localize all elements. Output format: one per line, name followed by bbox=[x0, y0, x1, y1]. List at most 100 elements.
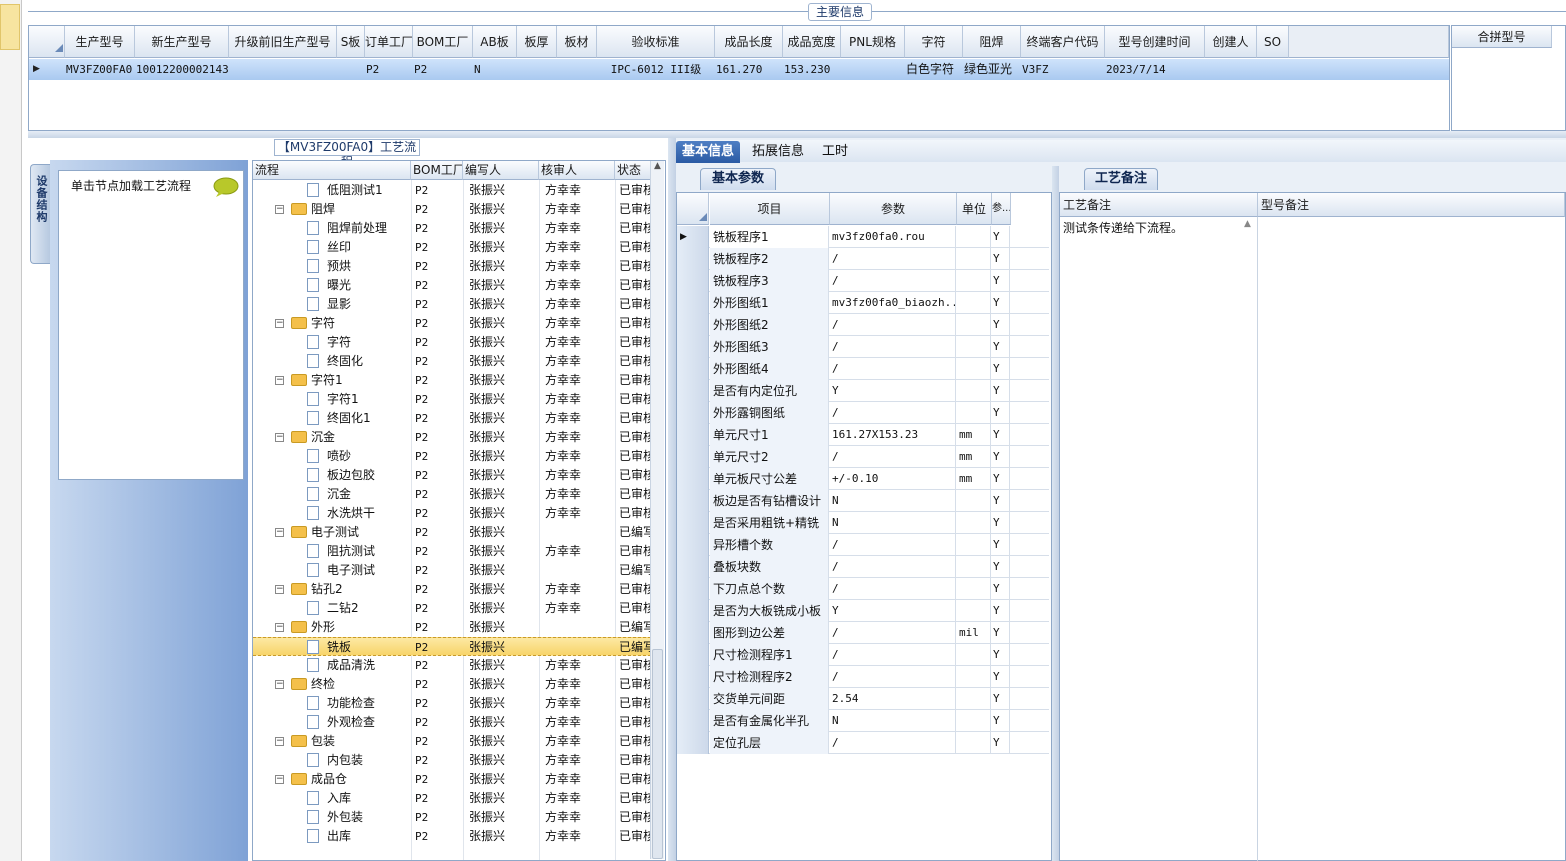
tree-row[interactable]: 喷砂 P2 张振兴 方幸幸 已审核 bbox=[253, 447, 651, 466]
param-row[interactable]: 板边是否有钻槽设计 N Y bbox=[677, 490, 1049, 512]
param-value[interactable]: mv3fz00fa0.rou bbox=[830, 226, 956, 248]
param-value[interactable]: / bbox=[830, 732, 956, 754]
param-value[interactable]: / bbox=[830, 534, 956, 556]
column-header[interactable]: 板材 bbox=[557, 26, 597, 58]
tree-row[interactable]: 内包装 P2 张振兴 方幸幸 已审核 bbox=[253, 751, 651, 770]
tree-row[interactable]: 预烘 P2 张振兴 方幸幸 已审核 bbox=[253, 257, 651, 276]
col-model-note[interactable]: 型号备注 bbox=[1258, 193, 1565, 217]
param-row[interactable]: 外形露铜图纸 / Y bbox=[677, 402, 1049, 424]
tree-row[interactable]: − 电子测试 P2 张振兴 已编写 bbox=[253, 523, 651, 542]
expand-toggle-icon[interactable]: − bbox=[275, 205, 284, 214]
pin-tab[interactable] bbox=[0, 4, 20, 50]
scroll-thumb[interactable] bbox=[652, 649, 663, 859]
param-value[interactable]: / bbox=[830, 314, 956, 336]
tree-row[interactable]: 外观检查 P2 张振兴 方幸幸 已审核 bbox=[253, 713, 651, 732]
param-value[interactable]: / bbox=[830, 446, 956, 468]
param-row[interactable]: 铣板程序2/ Y bbox=[677, 248, 1049, 270]
param-row[interactable]: ▶ 铣板程序1 mv3fz00fa0.rou Y bbox=[677, 226, 1049, 248]
expand-toggle-icon[interactable]: − bbox=[275, 623, 284, 632]
tree-row[interactable]: 阻焊前处理 P2 张振兴 方幸幸 已审核 bbox=[253, 219, 651, 238]
column-header[interactable]: 成品宽度 bbox=[783, 26, 841, 58]
expand-toggle-icon[interactable]: − bbox=[275, 737, 284, 746]
tree-row[interactable]: − 字符1 P2 张振兴 方幸幸 已审核 bbox=[253, 371, 651, 390]
param-row[interactable]: 是否有内定位孔 Y Y bbox=[677, 380, 1049, 402]
process-note-text[interactable]: 测试条传递给下流程。 bbox=[1063, 219, 1243, 236]
tree-row[interactable]: 丝印 P2 张振兴 方幸幸 已审核 bbox=[253, 238, 651, 257]
param-value[interactable]: 161.27X153.23 bbox=[830, 424, 956, 446]
tree-row[interactable]: 水洗烘干 P2 张振兴 方幸幸 已审核 bbox=[253, 504, 651, 523]
tree-column-header[interactable]: BOM工厂 bbox=[411, 161, 463, 180]
tree-row[interactable]: 沉金 P2 张振兴 方幸幸 已审核 bbox=[253, 485, 651, 504]
expand-toggle-icon[interactable]: − bbox=[275, 775, 284, 784]
column-header[interactable]: 新生产型号 bbox=[135, 26, 229, 58]
tree-row[interactable]: − 阻焊 P2 张振兴 方幸幸 已审核 bbox=[253, 200, 651, 219]
column-header[interactable]: AB板 bbox=[473, 26, 517, 58]
col-unit[interactable]: 单位 bbox=[957, 193, 992, 225]
tree-row[interactable]: − 包装 P2 张振兴 方幸幸 已审核 bbox=[253, 732, 651, 751]
param-row[interactable]: 单元尺寸2/mm Y bbox=[677, 446, 1049, 468]
param-value[interactable]: Y bbox=[830, 600, 956, 622]
param-row[interactable]: 外形图纸2/ Y bbox=[677, 314, 1049, 336]
param-value[interactable]: / bbox=[830, 622, 956, 644]
tree-row[interactable]: 出库 P2 张振兴 方幸幸 已审核 bbox=[253, 827, 651, 846]
tree-row[interactable]: 成品清洗 P2 张振兴 方幸幸 已审核 bbox=[253, 656, 651, 675]
tree-row[interactable]: − 终检 P2 张振兴 方幸幸 已审核 bbox=[253, 675, 651, 694]
expand-toggle-icon[interactable]: − bbox=[275, 319, 284, 328]
tree-scrollbar[interactable]: ▲ bbox=[650, 161, 664, 859]
column-header[interactable]: 字符 bbox=[905, 26, 963, 58]
tab-extended-info[interactable]: 拓展信息 bbox=[746, 141, 810, 163]
column-header[interactable]: 板厚 bbox=[517, 26, 557, 58]
tree-row[interactable]: 低阻测试1 P2 张振兴 方幸幸 已审核 bbox=[253, 181, 651, 200]
param-row[interactable]: 叠板块数 / Y bbox=[677, 556, 1049, 578]
tree-row[interactable]: − 钻孔2 P2 张振兴 方幸幸 已审核 bbox=[253, 580, 651, 599]
param-row[interactable]: 单元板尺寸公差 +/-0.10 mm Y bbox=[677, 468, 1049, 490]
param-value[interactable]: mv3fz00fa0_biaozh... bbox=[830, 292, 956, 314]
param-row[interactable]: 尺寸检测程序1/ Y bbox=[677, 644, 1049, 666]
expand-toggle-icon[interactable]: − bbox=[275, 585, 284, 594]
param-row[interactable]: 是否采用粗铣+精铣 N Y bbox=[677, 512, 1049, 534]
tree-row[interactable]: 入库 P2 张振兴 方幸幸 已审核 bbox=[253, 789, 651, 808]
column-header[interactable]: 型号创建时间 bbox=[1105, 26, 1205, 58]
expand-toggle-icon[interactable]: − bbox=[275, 376, 284, 385]
notes-tab[interactable]: 工艺备注 bbox=[1084, 168, 1158, 190]
note-scroll-up-icon[interactable]: ▲ bbox=[1244, 219, 1251, 229]
param-value[interactable]: 2.54 bbox=[830, 688, 956, 710]
tree-column-header[interactable]: 状态 bbox=[615, 161, 651, 180]
column-header[interactable]: 订单工厂 bbox=[365, 26, 413, 58]
param-value[interactable]: N bbox=[830, 710, 956, 732]
merge-model-header[interactable]: 合拼型号 bbox=[1452, 26, 1552, 48]
param-row[interactable]: 外形图纸1 mv3fz00fa0_biaozh... Y bbox=[677, 292, 1049, 314]
column-header[interactable]: BOM工厂 bbox=[413, 26, 473, 58]
tree-row[interactable]: − 沉金 P2 张振兴 方幸幸 已审核 bbox=[253, 428, 651, 447]
param-row[interactable]: 单元尺寸1 161.27X153.23 mm Y bbox=[677, 424, 1049, 446]
column-header[interactable]: PNL规格 bbox=[841, 26, 905, 58]
column-header[interactable]: SO bbox=[1257, 26, 1289, 58]
tree-row[interactable]: 功能检查 P2 张振兴 方幸幸 已审核 bbox=[253, 694, 651, 713]
process-tree[interactable]: 流程BOM工厂编写人核审人状态低阻测试1P2张振兴方幸幸已审核−阻焊P2张振兴方… bbox=[252, 160, 666, 861]
tree-row[interactable]: 字符 P2 张振兴 方幸幸 已审核 bbox=[253, 333, 651, 352]
param-row[interactable]: 尺寸检测程序2/ Y bbox=[677, 666, 1049, 688]
tree-row[interactable]: 电子测试 P2 张振兴 已编写 bbox=[253, 561, 651, 580]
param-value[interactable]: N bbox=[830, 512, 956, 534]
param-row[interactable]: 是否有金属化半孔 N Y bbox=[677, 710, 1049, 732]
horizontal-splitter[interactable] bbox=[28, 131, 1566, 138]
tree-row[interactable]: 终固化 P2 张振兴 方幸幸 已审核 bbox=[253, 352, 651, 371]
tree-row[interactable]: 终固化1 P2 张振兴 方幸幸 已审核 bbox=[253, 409, 651, 428]
expand-toggle-icon[interactable]: − bbox=[275, 680, 284, 689]
tree-row[interactable]: 外包装 P2 张振兴 方幸幸 已审核 bbox=[253, 808, 651, 827]
tree-row[interactable]: 铣板 P2 张振兴 已编写 bbox=[253, 637, 651, 656]
param-row[interactable]: 图形到边公差 / mil Y bbox=[677, 622, 1049, 644]
column-header[interactable]: 成品长度 bbox=[715, 26, 783, 58]
col-param[interactable]: 参数 bbox=[830, 193, 957, 225]
column-header[interactable]: 创建人 bbox=[1205, 26, 1257, 58]
param-row[interactable]: 是否为大板铣成小板 Y Y bbox=[677, 600, 1049, 622]
param-value[interactable]: / bbox=[830, 336, 956, 358]
vertical-splitter-2[interactable] bbox=[1052, 166, 1059, 861]
param-value[interactable]: N bbox=[830, 490, 956, 512]
tree-row[interactable]: − 成品仓 P2 张振兴 方幸幸 已审核 bbox=[253, 770, 651, 789]
param-row[interactable]: 异形槽个数 / Y bbox=[677, 534, 1049, 556]
column-header[interactable]: 生产型号 bbox=[65, 26, 135, 58]
tab-work-hours[interactable]: 工时 bbox=[816, 141, 854, 163]
param-value[interactable]: / bbox=[830, 644, 956, 666]
tree-column-header[interactable]: 编写人 bbox=[463, 161, 539, 180]
